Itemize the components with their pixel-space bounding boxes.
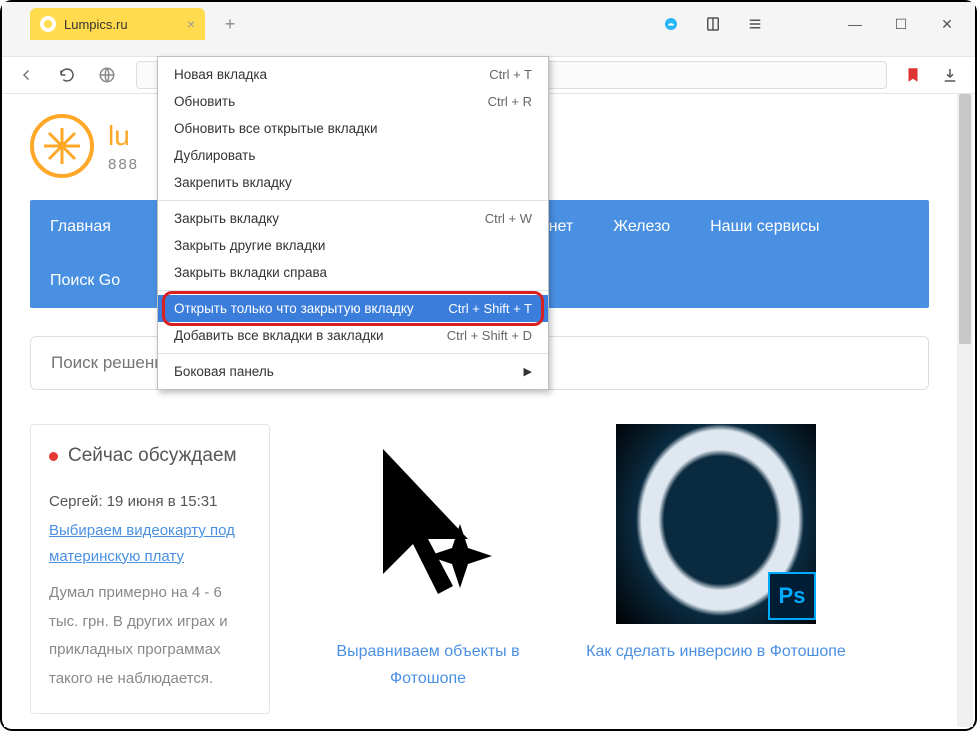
browser-titlebar: Lumpics.ru × + — ☐ ✕	[2, 2, 975, 56]
ctx-label: Закрыть другие вкладки	[174, 238, 325, 253]
tab-favicon-icon	[40, 16, 56, 32]
ctx-label: Закрыть вкладку	[174, 211, 279, 226]
nav-services[interactable]: Наши сервисы	[690, 200, 839, 254]
nav-home[interactable]: Главная	[30, 200, 131, 254]
ctx-label: Закрепить вкладку	[174, 175, 292, 190]
scrollbar-thumb[interactable]	[959, 94, 971, 344]
ctx-duplicate[interactable]: Дублировать	[158, 142, 548, 169]
site-name: lu	[108, 120, 139, 152]
tab-context-menu: Новая вкладка Ctrl + T Обновить Ctrl + R…	[157, 56, 549, 390]
downloads-button[interactable]	[933, 60, 967, 90]
ctx-bookmark-all[interactable]: Добавить все вкладки в закладки Ctrl + S…	[158, 322, 548, 349]
nav-hardware[interactable]: Железо	[593, 200, 690, 254]
window-maximize-button[interactable]: ☐	[879, 8, 923, 40]
discussion-title: Сейчас обсуждаем	[49, 445, 251, 467]
ctx-label: Обновить все открытые вкладки	[174, 121, 378, 136]
ctx-reopen-closed[interactable]: Открыть только что закрытую вкладку Ctrl…	[158, 295, 548, 322]
ctx-separator	[158, 200, 548, 201]
ctx-shortcut: Ctrl + R	[488, 94, 532, 109]
submenu-arrow-icon: ▶	[524, 365, 532, 378]
ctx-label: Новая вкладка	[174, 67, 267, 82]
ctx-separator	[158, 353, 548, 354]
new-tab-button[interactable]: +	[217, 11, 243, 37]
site-info-icon[interactable]	[90, 60, 124, 90]
article-card-align[interactable]: Выравниваем объекты в Фотошопе	[298, 424, 558, 692]
ctx-sidebar[interactable]: Боковая панель ▶	[158, 358, 548, 385]
ctx-reload[interactable]: Обновить Ctrl + R	[158, 88, 548, 115]
ctx-label: Обновить	[174, 94, 235, 109]
discussion-title-text: Сейчас обсуждаем	[68, 445, 237, 467]
window-controls: — ☐ ✕	[833, 8, 969, 40]
browser-tab[interactable]: Lumpics.ru ×	[30, 8, 205, 40]
comment-body: Думал примерно на 4 - 6 тыс. грн. В друг…	[49, 579, 251, 693]
weather-extension-icon[interactable]	[651, 8, 691, 40]
discussion-widget: Сейчас обсуждаем Сергей: 19 июня в 15:31…	[30, 424, 270, 714]
ctx-label: Боковая панель	[174, 364, 274, 379]
ctx-shortcut: Ctrl + Shift + D	[447, 328, 532, 343]
comment-meta: Сергей: 19 июня в 15:31	[49, 493, 251, 510]
ctx-shortcut: Ctrl + Shift + T	[448, 301, 532, 316]
window-close-button[interactable]: ✕	[925, 8, 969, 40]
extension-tray	[651, 8, 775, 40]
photoshop-badge-icon: Ps	[768, 572, 816, 620]
article-link-align[interactable]: Выравниваем объекты в Фотошопе	[298, 638, 558, 692]
ctx-label: Добавить все вкладки в закладки	[174, 328, 384, 343]
ctx-label: Открыть только что закрытую вкладку	[174, 301, 414, 316]
ctx-pin[interactable]: Закрепить вкладку	[158, 169, 548, 196]
ctx-close-right[interactable]: Закрыть вкладки справа	[158, 259, 548, 286]
bookmark-icon[interactable]	[899, 61, 927, 89]
live-dot-icon	[49, 452, 58, 461]
tab-title: Lumpics.ru	[64, 17, 179, 32]
site-logo-icon[interactable]	[30, 114, 94, 178]
ctx-shortcut: Ctrl + T	[489, 67, 532, 82]
ctx-label: Закрыть вкладки справа	[174, 265, 327, 280]
ctx-separator	[158, 290, 548, 291]
reload-button[interactable]	[50, 60, 84, 90]
ctx-shortcut: Ctrl + W	[485, 211, 532, 226]
ctx-label: Дублировать	[174, 148, 255, 163]
back-button[interactable]	[10, 60, 44, 90]
article-thumb-cursor-icon	[328, 424, 528, 624]
ctx-close-tab[interactable]: Закрыть вкладку Ctrl + W	[158, 205, 548, 232]
comment-link[interactable]: Выбираем видеокарту под материнскую плат…	[49, 518, 251, 569]
nav-google-search[interactable]: Поиск Go	[30, 254, 170, 308]
ctx-new-tab[interactable]: Новая вкладка Ctrl + T	[158, 61, 548, 88]
site-phone: 888	[108, 156, 139, 173]
window-minimize-button[interactable]: —	[833, 8, 877, 40]
vertical-scrollbar[interactable]	[957, 94, 973, 727]
menu-icon[interactable]	[735, 8, 775, 40]
article-thumb-face-icon: Ps	[616, 424, 816, 624]
article-card-invert[interactable]: Ps Как сделать инверсию в Фотошопе	[586, 424, 846, 665]
article-link-invert[interactable]: Как сделать инверсию в Фотошопе	[586, 638, 846, 665]
ctx-reload-all[interactable]: Обновить все открытые вкладки	[158, 115, 548, 142]
tab-close-icon[interactable]: ×	[187, 16, 195, 32]
collections-icon[interactable]	[693, 8, 733, 40]
ctx-close-others[interactable]: Закрыть другие вкладки	[158, 232, 548, 259]
